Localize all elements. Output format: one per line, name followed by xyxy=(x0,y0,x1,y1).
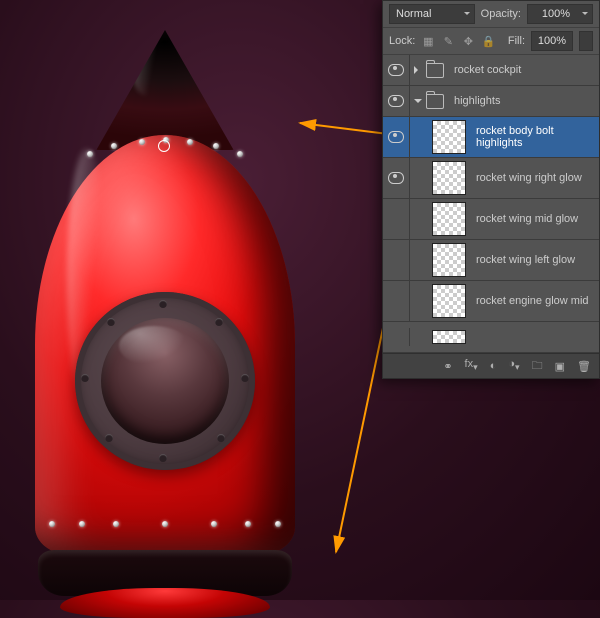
layer-thumbnail[interactable] xyxy=(432,243,466,277)
layer-label: rocket wing right glow xyxy=(470,172,595,184)
layer-thumbnail[interactable] xyxy=(432,161,466,195)
layer-thumbnail[interactable] xyxy=(432,330,466,344)
layer-label: rocket wing mid glow xyxy=(470,213,595,225)
lock-transparency-icon[interactable]: ▦ xyxy=(421,34,435,48)
rocket-porthole xyxy=(75,292,255,470)
folder-icon xyxy=(426,94,444,109)
rocket-engine xyxy=(60,588,270,618)
rivet-row-bottom xyxy=(35,521,295,545)
visibility-toggle[interactable] xyxy=(383,55,410,85)
link-layers-icon[interactable]: ⚭ xyxy=(443,360,452,373)
visibility-toggle[interactable] xyxy=(383,281,410,321)
layer-row[interactable]: rocket wing left glow xyxy=(383,240,599,281)
visibility-toggle[interactable] xyxy=(383,328,410,346)
group-label: rocket cockpit xyxy=(448,64,595,76)
blend-opacity-row: Normal Opacity: 100% xyxy=(383,1,599,28)
fill-label: Fill: xyxy=(508,35,525,47)
lock-position-icon[interactable]: ✥ xyxy=(461,34,475,48)
layer-row[interactable]: rocket engine glow mid xyxy=(383,281,599,322)
visibility-toggle[interactable] xyxy=(383,199,410,239)
lock-pixels-icon[interactable]: ✎ xyxy=(441,34,455,48)
group-label: highlights xyxy=(448,95,595,107)
opacity-label: Opacity: xyxy=(481,8,521,20)
lock-fill-row: Lock: ▦ ✎ ✥ 🔒 Fill: 100% xyxy=(383,28,599,55)
visibility-toggle[interactable] xyxy=(383,117,410,157)
brush-cursor xyxy=(158,140,170,152)
eye-icon xyxy=(388,64,404,76)
lock-all-icon[interactable]: 🔒 xyxy=(481,34,495,48)
layer-row[interactable]: rocket wing right glow xyxy=(383,158,599,199)
adjustment-layer-icon[interactable]: ◑▾ xyxy=(508,358,519,373)
layer-label: rocket engine glow mid xyxy=(470,295,595,307)
layers-panel-footer: ⚭ fx▾ ◐ ◑▾ 🗀 ▣ 🗑 xyxy=(383,353,599,378)
new-group-icon[interactable]: 🗀 xyxy=(532,357,543,376)
eye-icon xyxy=(388,172,404,184)
layers-panel: Normal Opacity: 100% Lock: ▦ ✎ ✥ 🔒 Fill:… xyxy=(382,0,600,379)
canvas-rocket-illustration xyxy=(25,30,305,600)
layer-thumbnail[interactable] xyxy=(432,120,466,154)
opacity-value[interactable]: 100% xyxy=(527,4,593,24)
layer-row-selected[interactable]: rocket body bolt highlights xyxy=(383,117,599,158)
layer-thumbnail[interactable] xyxy=(432,284,466,318)
layer-row[interactable]: rocket wing mid glow xyxy=(383,199,599,240)
layer-group-cockpit[interactable]: rocket cockpit xyxy=(383,55,599,86)
eye-icon xyxy=(388,95,404,107)
blend-mode-select[interactable]: Normal xyxy=(389,4,475,24)
layer-fx-icon[interactable]: fx▾ xyxy=(465,358,478,373)
fill-value-input[interactable]: 100% xyxy=(531,31,573,51)
visibility-toggle[interactable] xyxy=(383,86,410,116)
disclosure-down-icon[interactable] xyxy=(414,99,422,107)
layer-label: rocket wing left glow xyxy=(470,254,595,266)
layer-label: rocket body bolt highlights xyxy=(470,125,595,149)
visibility-toggle[interactable] xyxy=(383,240,410,280)
layer-mask-icon[interactable]: ◐ xyxy=(490,360,497,372)
layer-thumbnail[interactable] xyxy=(432,202,466,236)
eye-icon xyxy=(388,131,404,143)
lock-label: Lock: xyxy=(389,35,415,47)
delete-layer-icon[interactable]: 🗑 xyxy=(577,360,591,373)
visibility-toggle[interactable] xyxy=(383,158,410,198)
layer-row-partial[interactable] xyxy=(383,322,599,353)
disclosure-right-icon[interactable] xyxy=(414,66,422,74)
fill-stepper[interactable] xyxy=(579,31,593,51)
rocket-nose xyxy=(87,30,243,150)
folder-icon xyxy=(426,63,444,78)
new-layer-icon[interactable]: ▣ xyxy=(555,360,565,373)
layer-group-highlights[interactable]: highlights xyxy=(383,86,599,117)
